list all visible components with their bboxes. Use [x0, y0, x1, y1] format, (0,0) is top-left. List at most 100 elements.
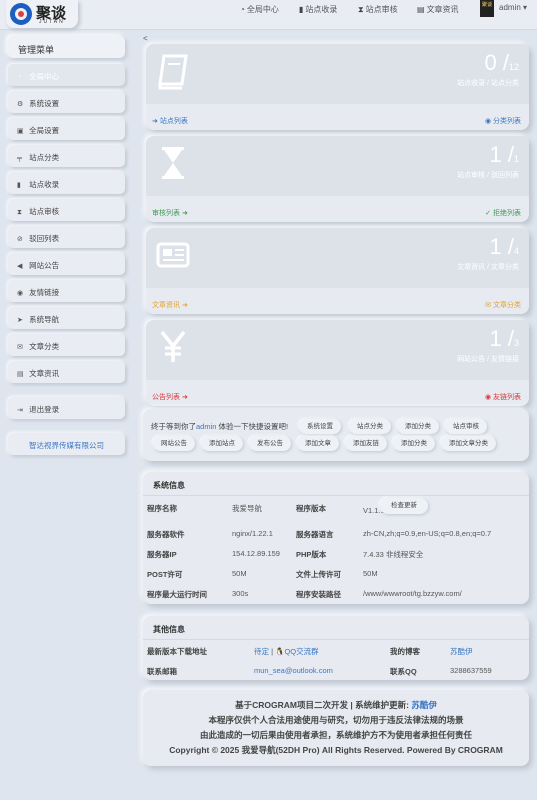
gauge-icon: ◔: [17, 74, 22, 81]
arrow-circle-right-icon: ➜: [181, 394, 188, 401]
info-value: zh-CN,zh;q=0.9,en-US;q=0.8,en;q=0.7: [363, 529, 492, 538]
quick-button-announcement[interactable]: 网站公告: [153, 436, 195, 451]
sidebar-item-global-settings[interactable]: ▣ 全局设置: [8, 118, 125, 140]
quick-button-add-friend-link[interactable]: 添加友链: [345, 436, 387, 451]
logout-button[interactable]: ⇥ 退出登录: [8, 397, 125, 419]
stat-card-body: [146, 44, 529, 104]
sidebar-item-navigation[interactable]: ➤ 系统导航: [8, 307, 125, 329]
hourglass-icon: ⧗: [17, 209, 22, 216]
email-link[interactable]: mun_sea@outlook.com: [254, 666, 333, 675]
nav-label: 文章资讯: [426, 5, 459, 14]
system-info-title: 系统信息: [143, 472, 529, 496]
info-label: 文件上传许可: [296, 570, 341, 579]
announcement-list-link[interactable]: 公告列表 ➜: [152, 392, 188, 402]
info-label: 程序安装路径: [296, 590, 341, 599]
download-link[interactable]: 待定: [254, 647, 269, 656]
yen-icon: [160, 330, 186, 362]
article-list-link[interactable]: 文章资讯 ➜: [152, 300, 188, 310]
download-label: 最新版本下载地址: [147, 647, 207, 656]
info-value: 50M: [363, 569, 378, 578]
qq-group-link[interactable]: QQ交流群: [284, 647, 318, 656]
stat-value: 1 /1: [489, 142, 520, 167]
sidebar-item-article-category[interactable]: ✉ 文章分类: [8, 334, 125, 356]
collapse-toggle[interactable]: <: [143, 34, 148, 43]
download-links: 待定 | 🐧QQ交流群: [254, 647, 319, 656]
logo[interactable]: 聚谈 JUTAN: [6, 0, 78, 28]
sidebar-item-label: 网站公告: [29, 261, 60, 270]
gauge-icon: ◔: [240, 5, 245, 14]
quick-button-site-review[interactable]: 站点审核: [445, 419, 487, 434]
maintainer-link[interactable]: 苏酷伊: [411, 700, 437, 710]
user-menu[interactable]: admin ▾: [499, 3, 527, 12]
qq-label: 联系QQ: [390, 667, 417, 676]
sidebar-item-announcement[interactable]: ◀ 网站公告: [8, 253, 125, 275]
avatar[interactable]: 聚谈: [480, 0, 494, 17]
info-label: 程序名称: [147, 504, 177, 513]
quick-button-add-article[interactable]: 添加文章: [297, 436, 339, 451]
quick-button-publish-announcement[interactable]: 发布公告: [249, 436, 291, 451]
image-icon: ▣: [17, 128, 24, 135]
footer-line-2: 本程序仅供个人合法用途使用与研究，切勿用于违反法律法规的场景: [208, 715, 464, 725]
quick-button-add-site[interactable]: 添加站点: [201, 436, 243, 451]
sidebar-item-friend-links[interactable]: ◉ 友情链接: [8, 280, 125, 302]
sidebar-item-label: 文章资讯: [29, 369, 60, 378]
sidebar-item-site-category[interactable]: ╤ 站点分类: [8, 145, 125, 167]
nav-label: 站点收录: [305, 5, 338, 14]
eye-icon: ◉: [484, 394, 492, 401]
sidebar: 管理菜单 ◔ 全局中心 ⚙ 系统设置 ▣ 全局设置 ╤ 站点分类 ▮ 站点收录 …: [8, 36, 125, 460]
company-link[interactable]: 智达视界传媒有限公司: [8, 433, 125, 455]
sidebar-item-site-collect[interactable]: ▮ 站点收录: [8, 172, 125, 194]
sidebar-item-system-settings[interactable]: ⚙ 系统设置: [8, 91, 125, 113]
sidebar-item-label: 全局设置: [29, 126, 60, 135]
sitemap-icon: ╤: [17, 155, 22, 162]
sidebar-item-dashboard[interactable]: ◔ 全局中心: [8, 64, 125, 86]
username: admin: [499, 3, 521, 12]
stat-caption: 站点审核 / 驳回列表: [457, 172, 519, 179]
quick-button-add-article-category[interactable]: 添加文章分类: [441, 436, 496, 451]
greeting-username: admin: [196, 422, 217, 431]
sidebar-item-rejected[interactable]: ⊘ 驳回列表: [8, 226, 125, 248]
quick-button-system-settings[interactable]: 系统设置: [299, 419, 341, 434]
book-icon: [158, 54, 188, 90]
nav-articles[interactable]: ▤ 文章资讯: [417, 4, 459, 15]
reject-list-link[interactable]: ✓ 拒绝列表: [485, 208, 521, 218]
eye-icon: ◉: [484, 118, 492, 125]
email-label: 联系邮箱: [147, 667, 177, 676]
info-label: 服务器IP: [147, 550, 177, 559]
sidebar-item-articles[interactable]: ▤ 文章资讯: [8, 361, 125, 383]
copyright: Copyright © 2025 我爱导航(52DH Pro) All Righ…: [169, 745, 503, 755]
info-label: 服务器软件: [147, 530, 185, 539]
site-list-link[interactable]: ➜ 站点列表: [152, 116, 188, 126]
info-value: 154.12.89.159: [232, 549, 280, 558]
stat-value: 1 /3: [489, 326, 520, 351]
stat-card-body: [146, 136, 529, 196]
sidebar-item-site-review[interactable]: ⧗ 站点审核: [8, 199, 125, 221]
sidebar-item-label: 站点审核: [29, 207, 60, 216]
info-value: 7.4.33 非线程安全: [363, 550, 424, 559]
info-value: /www/wwwroot/tg.bzzyw.com/: [363, 589, 462, 598]
eye-icon: ◉: [17, 290, 24, 297]
category-list-link[interactable]: ◉ 分类列表: [485, 116, 521, 126]
newspaper-icon: ▤: [417, 5, 425, 14]
nav-site-review[interactable]: ⧗ 站点审核: [358, 4, 398, 15]
article-category-link[interactable]: ✉ 文章分类: [485, 300, 521, 310]
stat-caption: 站点收录 / 站点分类: [457, 80, 519, 87]
sidebar-title: 管理菜单: [8, 36, 125, 58]
quick-button-site-category[interactable]: 站点分类: [349, 419, 391, 434]
quick-button-add-category[interactable]: 添加分类: [397, 419, 439, 434]
footer: 基于CROGRAM项目二次开发 | 系统维护更新: 苏酷伊 本程序仅供个人合法用…: [143, 690, 529, 766]
check-update-button[interactable]: 检查更新: [380, 498, 428, 514]
friend-link-list-link[interactable]: ◉ 友链列表: [485, 392, 521, 402]
review-list-link[interactable]: 审核列表 ➜: [152, 208, 188, 218]
blog-label: 我的博客: [390, 647, 420, 656]
blog-link[interactable]: 苏酷伊: [450, 646, 473, 657]
quick-button-add-category-2[interactable]: 添加分类: [393, 436, 435, 451]
stat-card-articles: 1 /4 文章资讯 / 文章分类 文章资讯 ➜ ✉ 文章分类: [146, 228, 529, 314]
info-label: 程序最大运行时间: [147, 590, 207, 599]
check-circle-icon: ✓: [485, 210, 492, 217]
hourglass-icon: ⧗: [358, 5, 364, 14]
nav-site-collect[interactable]: ▮ 站点收录: [299, 4, 337, 15]
logo-subtext: JUTAN: [39, 19, 65, 25]
sidebar-item-label: 系统设置: [29, 99, 60, 108]
nav-dashboard[interactable]: ◔ 全局中心: [240, 4, 279, 15]
